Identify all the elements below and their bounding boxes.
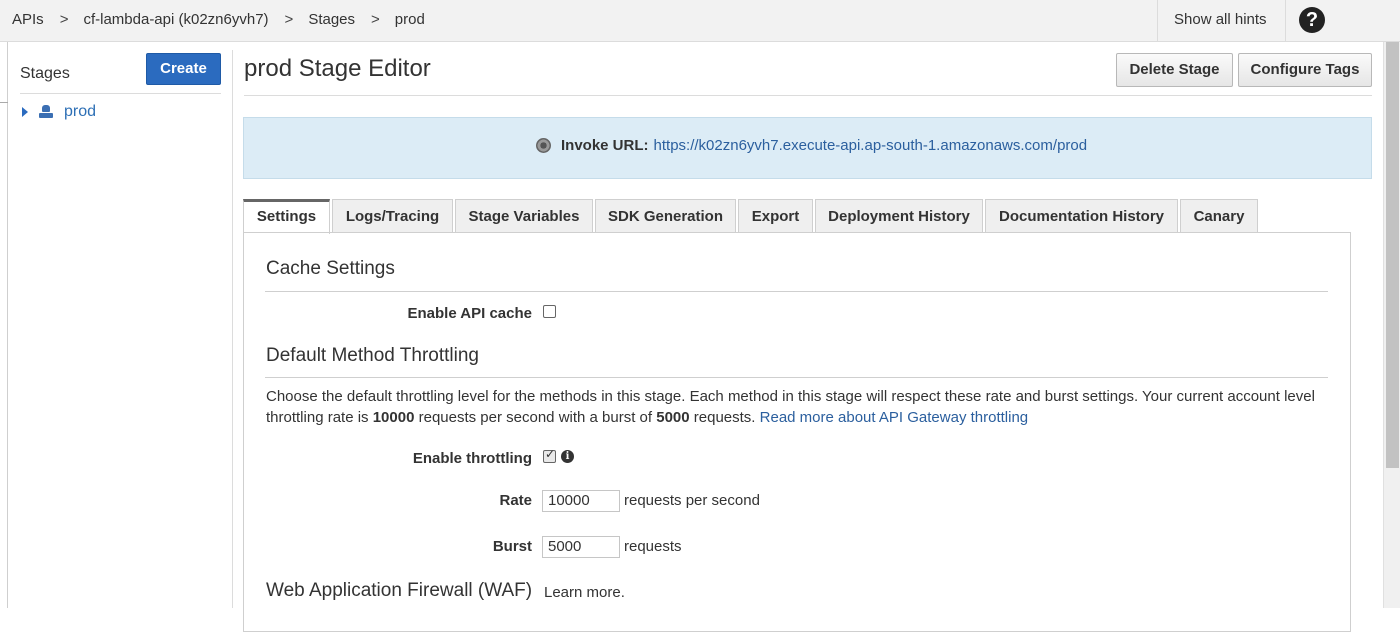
throttling-description: Choose the default throttling level for … xyxy=(266,386,1328,428)
breadcrumb-separator: > xyxy=(59,11,69,28)
rate-label: Rate xyxy=(499,492,532,509)
throttling-heading: Default Method Throttling xyxy=(266,345,479,366)
invoke-url-label: Invoke URL: xyxy=(561,137,649,154)
throttling-desc-text: requests. xyxy=(689,409,760,426)
enable-throttling-checkbox[interactable] xyxy=(543,447,556,463)
enable-api-cache-label: Enable API cache xyxy=(407,305,533,322)
throttling-desc-text: requests per second with a burst of xyxy=(414,409,657,426)
rate-input[interactable]: 10000 xyxy=(542,490,620,512)
breadcrumb-stages[interactable]: Stages xyxy=(308,11,355,28)
tab-export[interactable]: Export xyxy=(738,199,813,233)
scrollbar-thumb[interactable] xyxy=(1386,42,1399,468)
top-bar: APIs > cf-lambda-api (k02zn6yvh7) > Stag… xyxy=(0,0,1400,42)
page-scrollbar[interactable] xyxy=(1383,42,1400,608)
panel-divider xyxy=(232,50,233,608)
waf-heading: Web Application Firewall (WAF) xyxy=(266,580,533,601)
tab-settings[interactable]: Settings xyxy=(243,199,330,234)
breadcrumb-prod: prod xyxy=(394,11,425,28)
tab-sdk-generation[interactable]: SDK Generation xyxy=(595,199,736,233)
breadcrumb-apis[interactable]: APIs xyxy=(12,11,44,28)
create-stage-button[interactable]: Create xyxy=(146,53,221,85)
settings-panel xyxy=(243,232,1351,632)
breadcrumb-api[interactable]: cf-lambda-api (k02zn6yvh7) xyxy=(83,11,268,28)
invoke-url-banner: Invoke URL: https://k02zn6yvh7.execute-a… xyxy=(243,117,1372,179)
left-rail xyxy=(0,42,8,608)
breadcrumb-separator: > xyxy=(371,11,380,28)
tab-deployment-history[interactable]: Deployment History xyxy=(815,199,983,233)
invoke-url-link[interactable]: https://k02zn6yvh7.execute-api.ap-south-… xyxy=(654,137,1088,154)
stage-icon xyxy=(38,105,54,119)
delete-stage-button[interactable]: Delete Stage xyxy=(1116,53,1233,87)
rate-unit: requests per second xyxy=(624,492,760,509)
stages-divider xyxy=(20,93,221,94)
breadcrumb-separator: > xyxy=(284,11,294,28)
show-all-hints-button[interactable]: Show all hints xyxy=(1157,0,1285,42)
account-burst-limit: 5000 xyxy=(656,409,690,426)
configure-tags-button[interactable]: Configure Tags xyxy=(1238,53,1372,87)
enable-throttling-label: Enable throttling xyxy=(412,450,532,467)
invoke-url-row: Invoke URL: https://k02zn6yvh7.execute-a… xyxy=(536,137,1087,154)
throttling-divider xyxy=(265,377,1328,378)
account-rate-limit: 10000 xyxy=(372,409,415,426)
rail-tick xyxy=(0,102,8,103)
tab-logs-tracing[interactable]: Logs/Tracing xyxy=(332,199,453,233)
expand-arrow-icon[interactable] xyxy=(22,107,28,117)
tab-canary[interactable]: Canary xyxy=(1180,199,1258,233)
info-icon[interactable]: i xyxy=(561,450,574,463)
stages-title: Stages xyxy=(20,65,70,82)
tab-documentation-history[interactable]: Documentation History xyxy=(985,199,1178,233)
enable-api-cache-checkbox[interactable] xyxy=(543,305,556,318)
stage-tree-item-prod[interactable]: prod xyxy=(22,101,96,123)
read-more-throttling-link[interactable]: Read more about API Gateway throttling xyxy=(760,409,1028,426)
globe-icon xyxy=(536,138,551,153)
burst-label: Burst xyxy=(492,538,532,555)
burst-unit: requests xyxy=(624,538,682,555)
breadcrumb: APIs > cf-lambda-api (k02zn6yvh7) > Stag… xyxy=(12,11,425,28)
help-button[interactable]: ? xyxy=(1285,0,1345,42)
question-mark-icon: ? xyxy=(1299,7,1325,33)
stage-tree-label[interactable]: prod xyxy=(64,103,96,121)
waf-learn-more-link[interactable]: Learn more. xyxy=(544,584,625,601)
cache-settings-heading: Cache Settings xyxy=(266,258,395,279)
tab-stage-variables[interactable]: Stage Variables xyxy=(455,199,593,233)
title-divider xyxy=(244,95,1372,96)
cache-settings-divider xyxy=(265,291,1328,292)
burst-input[interactable]: 5000 xyxy=(542,536,620,558)
page-title: prod Stage Editor xyxy=(244,55,431,82)
